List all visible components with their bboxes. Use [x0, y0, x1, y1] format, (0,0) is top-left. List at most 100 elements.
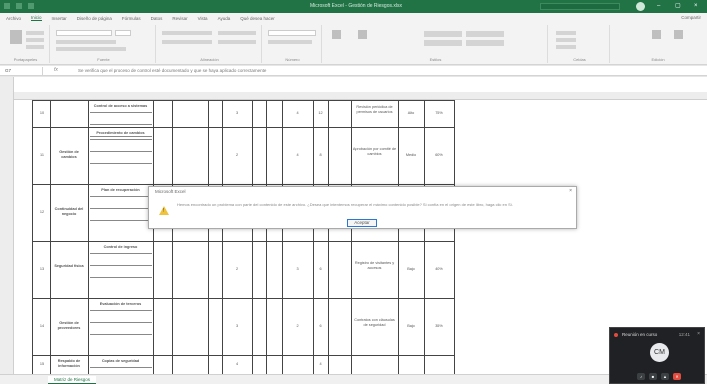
- share-screen-icon[interactable]: ▲: [661, 373, 669, 380]
- treatment-note[interactable]: Contratos con cláusulas de seguridad: [352, 318, 397, 327]
- tab-9[interactable]: Qué desea hacer: [240, 16, 275, 21]
- value-1[interactable]: 3: [224, 111, 250, 116]
- tab-0[interactable]: Archivo: [6, 16, 21, 21]
- camera-icon[interactable]: ■: [649, 373, 657, 380]
- row-headers[interactable]: [0, 77, 14, 374]
- treatment-note[interactable]: Aprobación por comité de cambios: [352, 147, 397, 156]
- align-top-buttons[interactable]: [162, 31, 212, 35]
- delete-cells-button[interactable]: [556, 38, 576, 42]
- copy-button[interactable]: [26, 38, 44, 42]
- undo-icon[interactable]: [28, 3, 34, 9]
- align-horizontal-buttons[interactable]: [162, 40, 212, 44]
- dialog-close-icon[interactable]: ×: [569, 188, 572, 194]
- risk-level[interactable]: Bajo: [399, 267, 423, 272]
- format-as-table-icon[interactable]: [358, 30, 367, 39]
- value-1[interactable]: 3: [224, 324, 250, 329]
- effectiveness[interactable]: 75%: [425, 111, 453, 116]
- share-button[interactable]: Compartir: [681, 15, 701, 20]
- cell-style-good[interactable]: [424, 40, 462, 46]
- value-2[interactable]: 3: [284, 267, 311, 272]
- paste-icon[interactable]: [10, 30, 22, 44]
- font-format-buttons[interactable]: [56, 40, 116, 44]
- value-3[interactable]: 6: [314, 324, 327, 329]
- sort-filter-icon[interactable]: [652, 30, 661, 39]
- wrap-text-button[interactable]: [218, 31, 256, 35]
- font-size-select[interactable]: [115, 30, 131, 36]
- number-format-select[interactable]: [268, 30, 316, 36]
- mic-icon[interactable]: ♪: [637, 373, 645, 380]
- number-format-buttons[interactable]: [268, 40, 312, 44]
- value-3[interactable]: 8: [314, 153, 327, 158]
- row-index[interactable]: 12: [36, 210, 48, 215]
- control-title[interactable]: Copias de seguridad: [90, 359, 151, 364]
- treatment-note[interactable]: Revisión periódica de permisos de usuari…: [352, 105, 397, 114]
- control-title[interactable]: Procedimiento de cambios: [90, 131, 151, 136]
- find-select-icon[interactable]: [674, 30, 683, 39]
- row-index[interactable]: 15: [36, 362, 48, 367]
- row-index[interactable]: 11: [36, 153, 48, 158]
- ok-button[interactable]: Aceptar: [347, 219, 377, 227]
- value-2[interactable]: 2: [284, 324, 311, 329]
- risk-level[interactable]: Bajo: [399, 324, 423, 329]
- close-icon[interactable]: ×: [694, 3, 698, 9]
- value-2[interactable]: 4: [284, 111, 311, 116]
- font-border-fill-buttons[interactable]: [56, 47, 126, 51]
- effectiveness[interactable]: 35%: [425, 324, 453, 329]
- maximize-icon[interactable]: ▢: [675, 3, 681, 9]
- tab-4[interactable]: Fórmulas: [122, 16, 141, 21]
- fx-icon[interactable]: fx: [54, 67, 58, 73]
- tab-6[interactable]: Revisar: [172, 16, 187, 21]
- minimize-icon[interactable]: –: [657, 3, 660, 9]
- column-headers[interactable]: [0, 92, 707, 100]
- effectiveness[interactable]: 40%: [425, 267, 453, 272]
- process-name[interactable]: Continuidad del negocio: [52, 207, 86, 216]
- value-3[interactable]: 6: [314, 267, 327, 272]
- cell-style-bad[interactable]: [466, 31, 504, 37]
- call-close-icon[interactable]: ×: [697, 331, 700, 337]
- merge-center-button[interactable]: [218, 40, 256, 44]
- account-avatar[interactable]: [636, 2, 645, 11]
- font-name-select[interactable]: [56, 30, 112, 36]
- value-1[interactable]: 2: [224, 153, 250, 158]
- end-call-icon[interactable]: ✕: [673, 373, 681, 380]
- control-title[interactable]: Evaluación de terceros: [90, 302, 151, 307]
- risk-level[interactable]: Alto: [399, 111, 423, 116]
- control-title[interactable]: Control de acceso a sistemas: [90, 104, 151, 109]
- format-painter-button[interactable]: [26, 45, 44, 49]
- cell-style-neutral[interactable]: [466, 40, 504, 46]
- value-1[interactable]: 2: [224, 267, 250, 272]
- control-title[interactable]: Plan de recuperación: [90, 188, 151, 193]
- process-name[interactable]: Gestión de cambios: [52, 150, 86, 159]
- value-1[interactable]: 4: [224, 362, 250, 367]
- sheet-tab[interactable]: Matriz de Riesgos: [48, 376, 97, 384]
- process-name[interactable]: Gestión de proveedores: [52, 321, 86, 330]
- save-icon[interactable]: [16, 3, 22, 9]
- value-3[interactable]: 12: [314, 111, 327, 116]
- name-box[interactable]: G7: [3, 67, 43, 75]
- tab-8[interactable]: Ayuda: [218, 16, 231, 21]
- process-name[interactable]: Respaldo de información: [52, 359, 86, 368]
- formula-input[interactable]: Se verifica que el proceso de control es…: [78, 68, 266, 73]
- tab-2[interactable]: Insertar: [52, 16, 67, 21]
- risk-level[interactable]: Medio: [399, 153, 423, 158]
- effectiveness[interactable]: 60%: [425, 153, 453, 158]
- row-index[interactable]: 14: [36, 324, 48, 329]
- autosave-icon[interactable]: [4, 3, 10, 9]
- conditional-format-icon[interactable]: [332, 30, 341, 39]
- search-box[interactable]: [540, 3, 620, 10]
- treatment-note[interactable]: Registro de visitantes y accesos: [352, 261, 397, 270]
- cut-button[interactable]: [26, 31, 44, 35]
- format-cells-button[interactable]: [556, 45, 576, 49]
- process-name[interactable]: Seguridad física: [52, 264, 86, 269]
- value-2[interactable]: 4: [284, 153, 311, 158]
- value-3[interactable]: 4: [314, 362, 327, 367]
- control-title[interactable]: Control de ingreso: [90, 245, 151, 250]
- insert-cells-button[interactable]: [556, 31, 576, 35]
- row-index[interactable]: 10: [36, 111, 48, 116]
- tab-7[interactable]: Vista: [198, 16, 208, 21]
- cell-style-normal[interactable]: [424, 31, 462, 37]
- row-index[interactable]: 13: [36, 267, 48, 272]
- tab-5[interactable]: Datos: [151, 16, 163, 21]
- tab-3[interactable]: Diseño de página: [77, 16, 112, 21]
- tab-1[interactable]: Inicio: [31, 15, 42, 21]
